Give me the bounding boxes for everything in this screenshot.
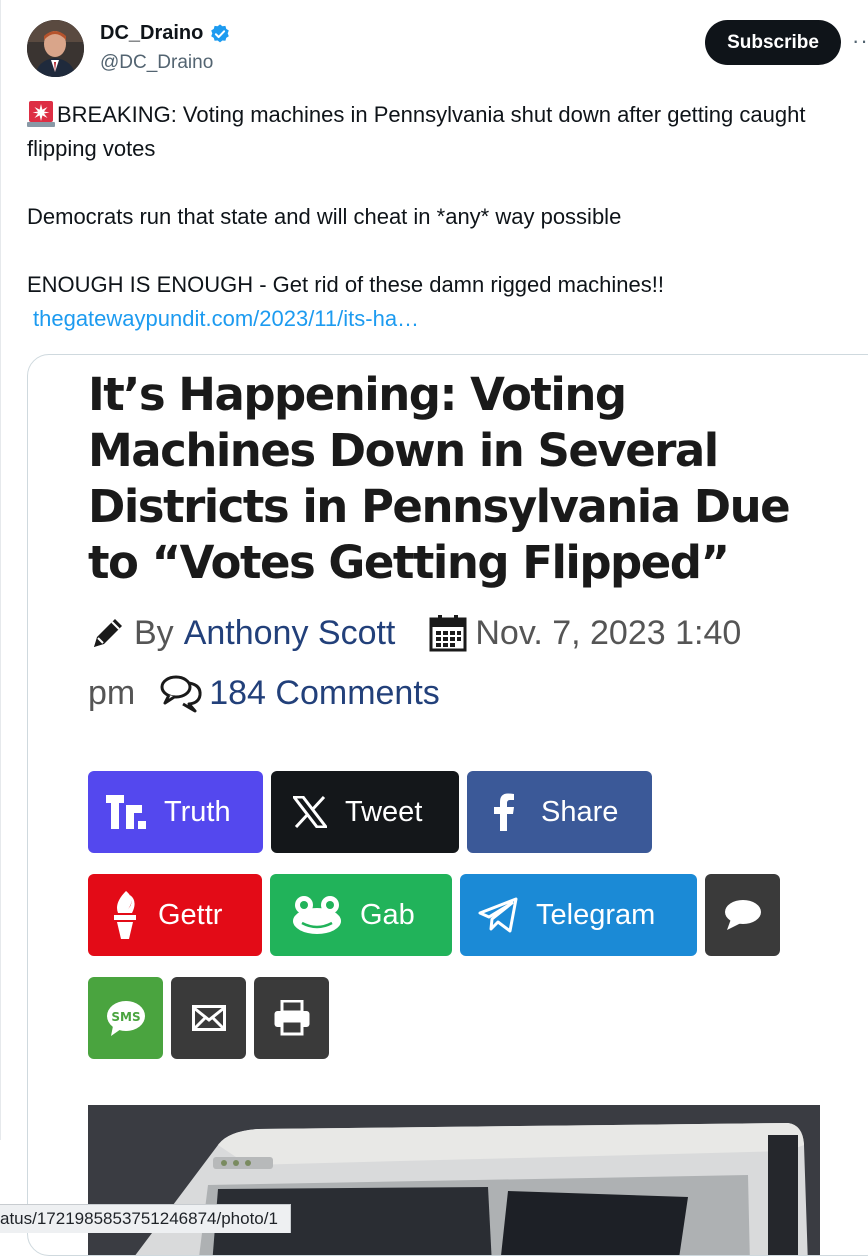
gettr-torch-icon <box>114 891 136 939</box>
comments-icon <box>160 675 202 713</box>
share-sms-button: SMS <box>88 977 163 1059</box>
share-gab-label: Gab <box>360 898 415 931</box>
article-author: Anthony Scott <box>183 613 396 652</box>
voting-machine-image <box>88 1105 820 1255</box>
share-gettr-label: Gettr <box>158 898 223 931</box>
tweet-text: BREAKING: Voting machines in Pennsylvani… <box>27 98 863 336</box>
facebook-icon <box>494 793 514 831</box>
subscribe-button[interactable]: Subscribe <box>705 20 841 65</box>
pencil-icon <box>94 619 122 647</box>
verified-badge-icon <box>211 23 230 42</box>
tweet-link[interactable]: thegatewaypundit.com/2023/11/its-ha… <box>27 306 419 331</box>
svg-text:SMS: SMS <box>111 1010 140 1024</box>
author-display-name[interactable]: DC_Draino <box>100 22 203 45</box>
share-gettr-button: Gettr <box>88 874 262 956</box>
article-meta-second-line: pm 184 Comments <box>88 673 440 713</box>
article-headline: It’s Happening: Voting Machines Down in … <box>88 368 791 589</box>
share-tweet-label: Tweet <box>345 795 423 828</box>
sms-icon: SMS <box>106 1001 145 1036</box>
telegram-plane-icon <box>478 897 518 933</box>
tweet-line-1-text: BREAKING: Voting machines in Pennsylvani… <box>27 102 806 161</box>
tweet-line-1: BREAKING: Voting machines in Pennsylvani… <box>27 98 863 166</box>
printer-icon <box>274 1000 309 1036</box>
article-comments-count: 184 Comments <box>209 673 440 712</box>
article-photo <box>88 1105 820 1255</box>
share-email-button <box>171 977 246 1059</box>
media-card[interactable]: It’s Happening: Voting Machines Down in … <box>27 354 868 1256</box>
share-comment-button <box>705 874 780 956</box>
share-facebook-button: Share <box>467 771 652 853</box>
share-telegram-label: Telegram <box>536 898 656 931</box>
article-date: Nov. 7, 2023 1:40 <box>475 613 742 652</box>
tweet-line-3: ENOUGH IS ENOUGH - Get rid of these damn… <box>27 272 665 297</box>
byline-by-label: By <box>134 613 174 652</box>
tweet-line-2: Democrats run that state and will cheat … <box>27 204 622 229</box>
rotating-light-icon <box>27 101 55 127</box>
avatar[interactable] <box>27 20 84 77</box>
article-time-suffix: pm <box>88 673 136 712</box>
envelope-icon <box>191 1005 226 1031</box>
share-gab-button: Gab <box>270 874 452 956</box>
share-facebook-label: Share <box>541 795 619 828</box>
share-truth-label: Truth <box>164 795 231 828</box>
share-print-button <box>254 977 329 1059</box>
gab-frog-icon <box>293 896 341 934</box>
share-truth-button: Truth <box>88 771 263 853</box>
x-logo-icon <box>293 796 327 828</box>
author-handle[interactable]: @DC_Draino <box>100 52 213 74</box>
article-byline: By Anthony Scott Nov. 7, 2023 1:40 <box>88 613 741 653</box>
truth-social-icon <box>106 795 146 829</box>
browser-status-url: atus/1721985853751246874/photo/1 <box>0 1204 291 1233</box>
calendar-icon <box>429 615 467 652</box>
timeline-border <box>0 0 1 1140</box>
share-tweet-button: Tweet <box>271 771 459 853</box>
share-telegram-button: Telegram <box>460 874 697 956</box>
chat-bubble-icon <box>724 900 761 930</box>
more-options-icon[interactable]: ·· <box>852 28 868 54</box>
